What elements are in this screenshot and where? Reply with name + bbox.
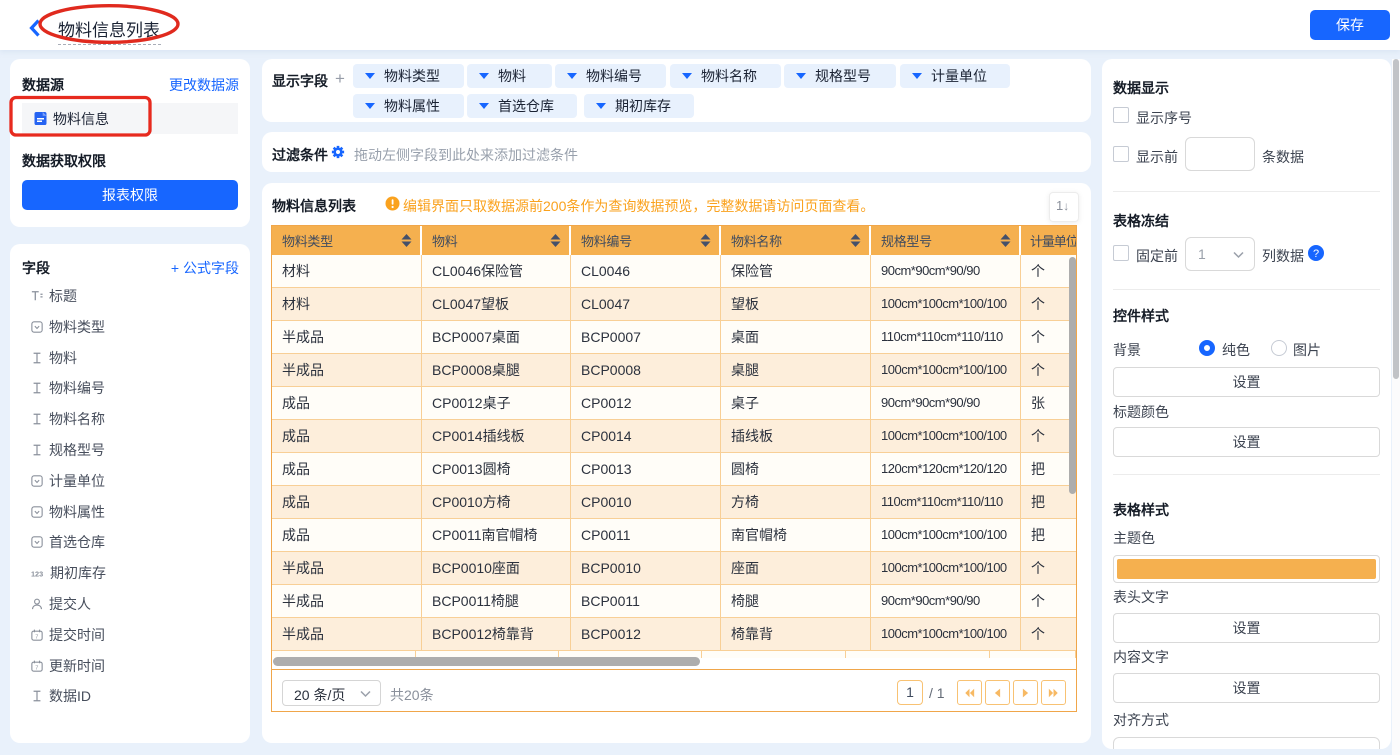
svg-text:7: 7 [35,634,38,640]
svg-text:7: 7 [35,665,38,671]
svg-text:?: ? [1313,248,1319,260]
svg-text:123: 123 [31,569,43,578]
